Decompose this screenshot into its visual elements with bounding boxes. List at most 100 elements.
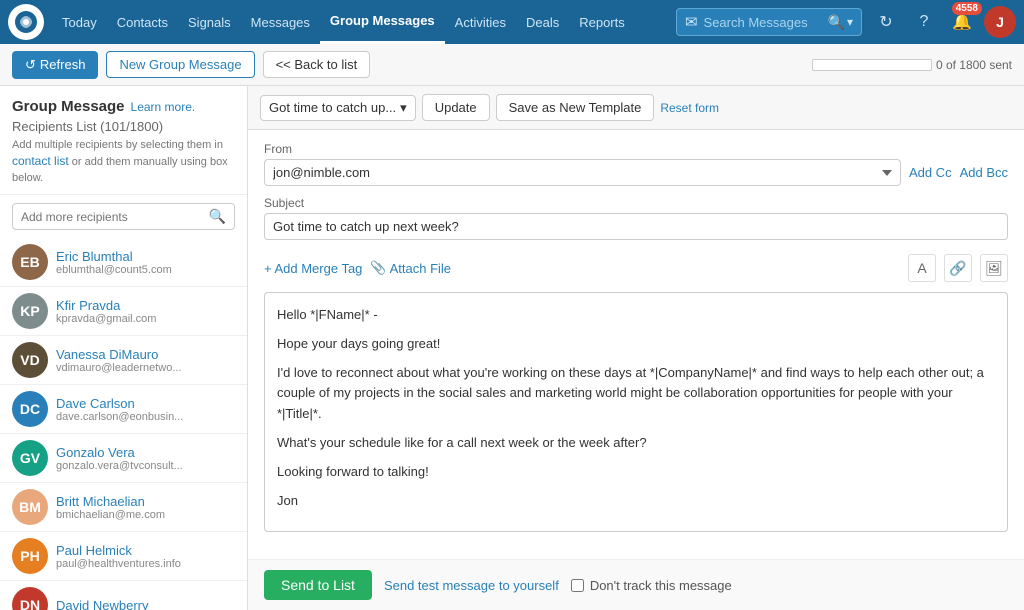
nav-icon-group: ↻ ? 🔔 4558 J — [870, 6, 1016, 38]
attach-file-button[interactable]: 📎 Attach File — [370, 260, 451, 276]
right-panel: Got time to catch up... ▾ Update Save as… — [248, 86, 1024, 610]
recipient-name: Dave Carlson — [56, 396, 235, 411]
list-item[interactable]: EB Eric Blumthal eblumthal@count5.com — [0, 238, 247, 287]
recipient-info: Kfir Pravda kpravda@gmail.com — [56, 298, 235, 325]
list-item[interactable]: PH Paul Helmick paul@healthventures.info — [0, 532, 247, 581]
send-to-list-button[interactable]: Send to List — [264, 570, 372, 600]
refresh-nav-button[interactable]: ↻ — [870, 6, 902, 38]
reset-form-link[interactable]: Reset form — [660, 101, 719, 115]
nav-deals[interactable]: Deals — [516, 0, 569, 44]
body-line-6: Jon — [277, 491, 995, 512]
form-area: From jon@nimble.com Add Cc Add Bcc Subje… — [248, 130, 1024, 559]
mail-icon: ✉ — [685, 13, 698, 31]
body-line-1: Hello *|FName|* - — [277, 305, 995, 326]
body-line-5: Looking forward to talking! — [277, 462, 995, 483]
recipient-name: Kfir Pravda — [56, 298, 235, 313]
list-item[interactable]: BM Britt Michaelian bmichaelian@me.com — [0, 483, 247, 532]
list-item[interactable]: GV Gonzalo Vera gonzalo.vera@tvconsult..… — [0, 434, 247, 483]
action-toolbar: ↺ Refresh New Group Message << Back to l… — [0, 44, 1024, 86]
learn-more-link[interactable]: Learn more. — [131, 100, 196, 114]
nav-activities[interactable]: Activities — [445, 0, 516, 44]
from-label: From — [264, 142, 1008, 156]
link-button[interactable]: 🔗 — [944, 254, 972, 282]
recipient-info: Britt Michaelian bmichaelian@me.com — [56, 494, 235, 521]
notification-badge: 4558 — [952, 2, 982, 15]
list-item[interactable]: DN David Newberry — [0, 581, 247, 610]
subject-input[interactable] — [264, 213, 1008, 240]
right-toolbar: Got time to catch up... ▾ Update Save as… — [248, 86, 1024, 130]
recipients-list: EB Eric Blumthal eblumthal@count5.com KP… — [0, 238, 247, 610]
sent-progress-bar — [812, 59, 932, 71]
nav-group-messages[interactable]: Group Messages — [320, 0, 445, 44]
new-group-message-button[interactable]: New Group Message — [106, 51, 254, 78]
recipient-email: kpravda@gmail.com — [56, 313, 235, 325]
body-line-4: What's your schedule like for a call nex… — [277, 433, 995, 454]
list-item[interactable]: KP Kfir Pravda kpravda@gmail.com — [0, 287, 247, 336]
app-logo[interactable] — [8, 4, 44, 40]
no-track-label: Don't track this message — [590, 578, 732, 593]
nav-contacts[interactable]: Contacts — [107, 0, 178, 44]
avatar: PH — [12, 538, 48, 574]
recipient-info: Eric Blumthal eblumthal@count5.com — [56, 249, 235, 276]
image-button[interactable]: 🖼 — [980, 254, 1008, 282]
body-line-2: Hope your days going great! — [277, 334, 995, 355]
add-merge-tag-button[interactable]: + Add Merge Tag — [264, 261, 362, 276]
recipient-name: David Newberry — [56, 598, 235, 610]
recipient-email: eblumthal@count5.com — [56, 264, 235, 276]
recipient-name: Paul Helmick — [56, 543, 235, 558]
subject-row: Subject — [264, 196, 1008, 240]
search-input[interactable] — [21, 210, 209, 224]
recipient-email: dave.carlson@eonbusin... — [56, 411, 235, 423]
recipients-count: Recipients List (101/1800) — [12, 119, 235, 134]
save-as-new-template-button[interactable]: Save as New Template — [496, 94, 655, 121]
dropdown-arrow-icon[interactable]: ▾ — [847, 15, 853, 29]
contact-list-link[interactable]: contact list — [12, 154, 69, 168]
nav-messages[interactable]: Messages — [241, 0, 320, 44]
subject-label: Subject — [264, 196, 1008, 210]
avatar: EB — [12, 244, 48, 280]
recipient-info: Gonzalo Vera gonzalo.vera@tvconsult... — [56, 445, 235, 472]
avatar: GV — [12, 440, 48, 476]
help-button[interactable]: ? — [908, 6, 940, 38]
dropdown-arrow-icon: ▾ — [400, 100, 407, 116]
template-dropdown[interactable]: Got time to catch up... ▾ — [260, 95, 416, 121]
recipient-info: Dave Carlson dave.carlson@eonbusin... — [56, 396, 235, 423]
nav-signals[interactable]: Signals — [178, 0, 241, 44]
no-track-checkbox[interactable] — [571, 579, 584, 592]
add-recipients-search[interactable]: 🔍 — [12, 203, 235, 230]
recipient-email: vdimauro@leadernetwo... — [56, 362, 235, 374]
recipient-name: Gonzalo Vera — [56, 445, 235, 460]
recipients-description: Add multiple recipients by selecting the… — [12, 138, 235, 186]
font-format-button[interactable]: A — [908, 254, 936, 282]
template-label: Got time to catch up... — [269, 100, 396, 115]
user-avatar[interactable]: J — [984, 6, 1016, 38]
nav-today[interactable]: Today — [52, 0, 107, 44]
left-header-title: Group Message Learn more. — [12, 98, 235, 115]
send-test-link[interactable]: Send test message to yourself — [384, 578, 559, 593]
notifications-button[interactable]: 🔔 4558 — [946, 6, 978, 38]
recipient-email: bmichaelian@me.com — [56, 509, 235, 521]
avatar: DC — [12, 391, 48, 427]
list-item[interactable]: DC Dave Carlson dave.carlson@eonbusin... — [0, 385, 247, 434]
update-button[interactable]: Update — [422, 94, 490, 121]
recipient-name: Vanessa DiMauro — [56, 347, 235, 362]
body-line-3: I'd love to reconnect about what you're … — [277, 363, 995, 425]
recipient-name: Britt Michaelian — [56, 494, 235, 509]
paperclip-icon: 📎 — [370, 260, 386, 276]
avatar: KP — [12, 293, 48, 329]
add-cc-link[interactable]: Add Cc — [909, 165, 952, 180]
back-to-list-button[interactable]: << Back to list — [263, 51, 371, 78]
search-input[interactable] — [704, 15, 824, 30]
recipient-info: Paul Helmick paul@healthventures.info — [56, 543, 235, 570]
add-bcc-link[interactable]: Add Bcc — [960, 165, 1008, 180]
message-body[interactable]: Hello *|FName|* - Hope your days going g… — [264, 292, 1008, 532]
editor-toolbar: + Add Merge Tag 📎 Attach File A 🔗 🖼 — [264, 250, 1008, 286]
refresh-button[interactable]: ↺ Refresh — [12, 51, 98, 79]
avatar: VD — [12, 342, 48, 378]
search-bar[interactable]: ✉ 🔍 ▾ — [676, 8, 862, 36]
from-select[interactable]: jon@nimble.com — [264, 159, 901, 186]
nav-reports[interactable]: Reports — [569, 0, 635, 44]
list-item[interactable]: VD Vanessa DiMauro vdimauro@leadernetwo.… — [0, 336, 247, 385]
recipient-info: David Newberry — [56, 598, 235, 610]
from-row: From jon@nimble.com Add Cc Add Bcc — [264, 142, 1008, 186]
